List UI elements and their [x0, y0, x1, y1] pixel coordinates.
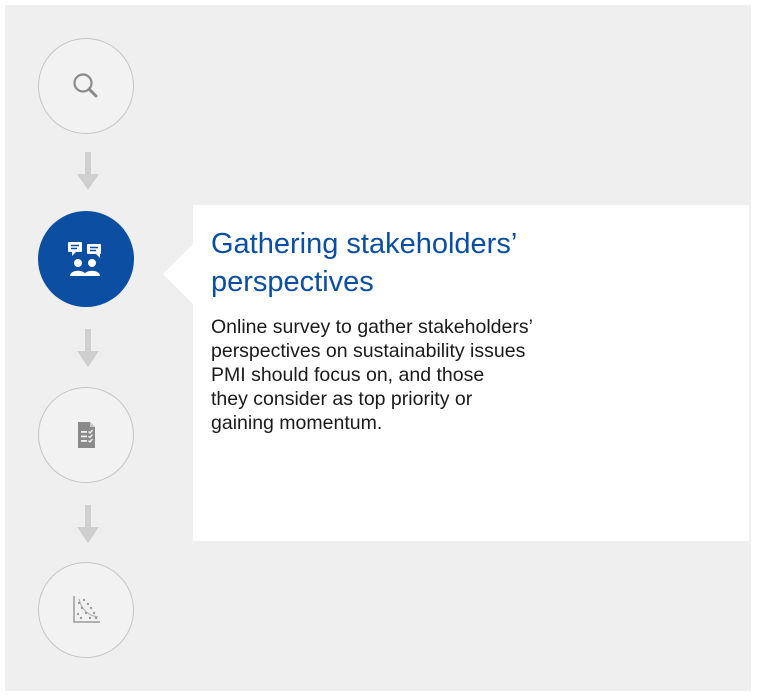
scatter-plot-icon [73, 596, 100, 623]
step-analysis [38, 562, 134, 658]
stakeholders-chat-icon [68, 242, 101, 276]
down-arrow-icon [77, 505, 99, 543]
document-checklist-icon [78, 422, 95, 448]
callout-title: Gathering stakeholders’ perspectives [211, 225, 731, 301]
callout-description-line: they consider as top priority or [211, 388, 473, 410]
step-stakeholder-perspectives [38, 211, 134, 307]
step-research [38, 38, 134, 134]
callout-description-line: gaining momentum. [211, 412, 383, 434]
callout-title-line: perspectives [211, 266, 374, 298]
callout-description-line: perspectives on sustainability issues [211, 340, 526, 362]
callout-title-line: Gathering stakeholders’ [211, 228, 518, 260]
callout-description-line: Online survey to gather stakeholders’ [211, 316, 533, 338]
down-arrow-icon [77, 152, 99, 190]
down-arrow-icon [77, 329, 99, 367]
magnifier-icon [73, 73, 98, 98]
process-panel: Gathering stakeholders’ perspectives Onl… [5, 5, 751, 691]
callout-description-line: PMI should focus on, and those [211, 364, 485, 386]
callout-description: Online survey to gather stakeholders’ pe… [211, 315, 731, 435]
step-description-callout: Gathering stakeholders’ perspectives Onl… [163, 205, 749, 541]
step-assessment [38, 387, 134, 483]
